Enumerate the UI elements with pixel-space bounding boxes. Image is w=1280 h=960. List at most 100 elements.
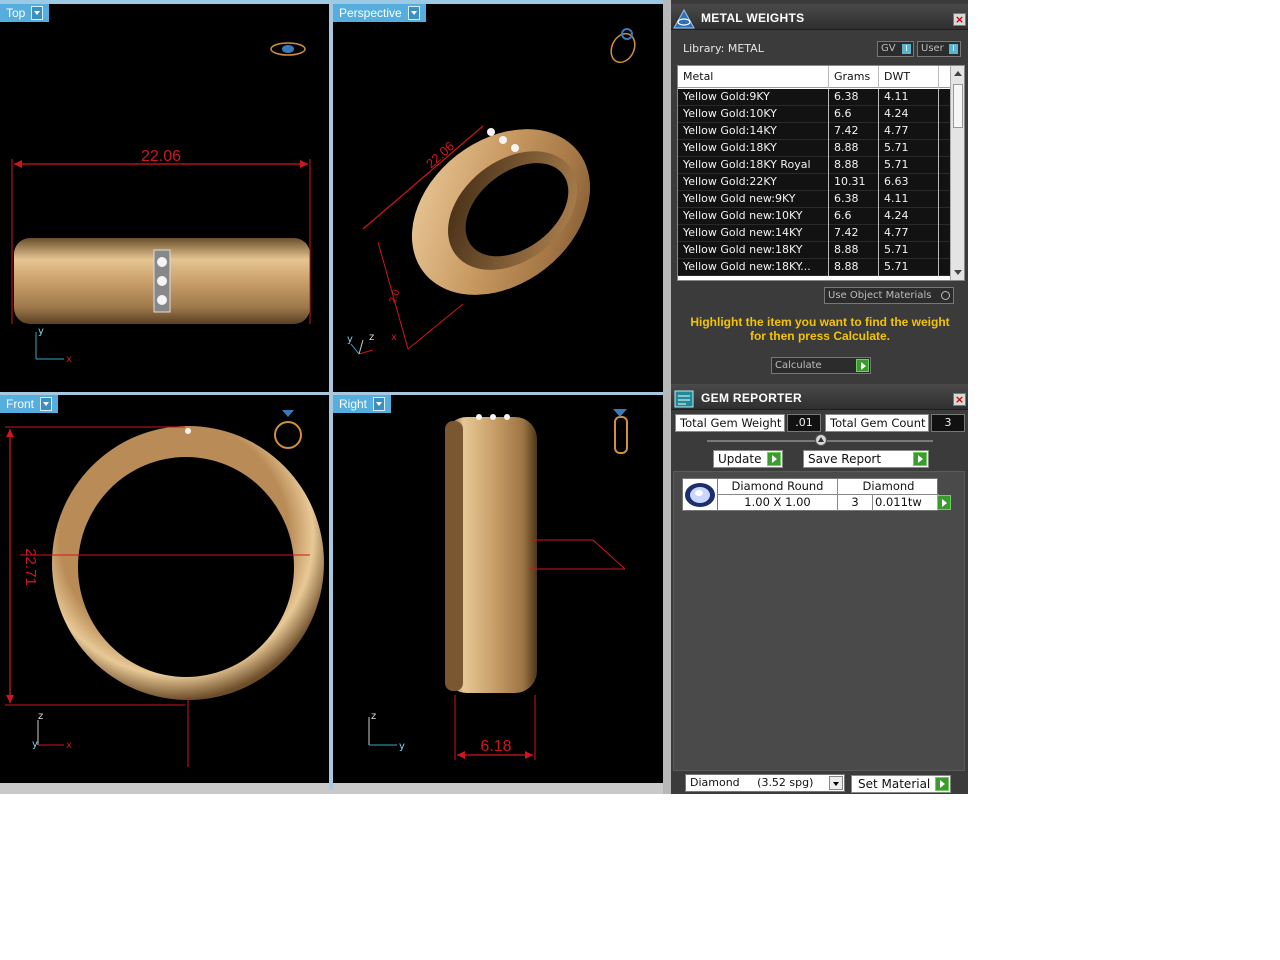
row-filler xyxy=(939,89,950,106)
scroll-down-icon[interactable] xyxy=(954,270,962,275)
front-view-ring-drawing: 22.71 z y x xyxy=(5,410,324,767)
perspective-view-ring-drawing: 22.06 2.0 y z x xyxy=(347,28,636,355)
scroll-up-icon[interactable] xyxy=(954,71,962,76)
svg-text:y: y xyxy=(347,334,353,345)
table-row[interactable]: Yellow Gold new:18KY... 8.88 5.71 xyxy=(678,259,950,276)
play-arrow-icon xyxy=(935,777,949,791)
play-arrow-icon[interactable] xyxy=(937,495,951,510)
gem-material-select[interactable]: Diamond (3.52 spg) xyxy=(685,774,845,792)
viewport-label-front[interactable]: Front xyxy=(0,395,59,413)
svg-text:y: y xyxy=(32,739,38,750)
table-row[interactable]: Yellow Gold new:18KY 8.88 5.71 xyxy=(678,242,950,259)
metal-weights-title: METAL WEIGHTS xyxy=(701,11,805,25)
table-row[interactable]: Yellow Gold:18KY 8.88 5.71 xyxy=(678,140,950,157)
row-filler xyxy=(939,208,950,225)
svg-text:z: z xyxy=(371,711,376,722)
viewport-label-right[interactable]: Right xyxy=(333,395,392,413)
column-header-grams[interactable]: Grams xyxy=(829,66,879,88)
set-material-button[interactable]: Set Material xyxy=(851,775,951,793)
svg-text:x: x xyxy=(391,332,397,343)
dwt-cell: 4.11 xyxy=(879,191,939,208)
use-object-materials-toggle[interactable]: Use Object Materials xyxy=(824,287,954,304)
gem-list: Diamond Round Diamond 1.00 X 1.00 3 0.01… xyxy=(673,471,965,771)
dwt-cell: 4.24 xyxy=(879,106,939,123)
dwt-cell: 4.24 xyxy=(879,208,939,225)
column-header-metal[interactable]: Metal xyxy=(678,66,829,88)
user-toggle[interactable]: User I xyxy=(917,41,961,57)
dimension-label-small: 2.0 xyxy=(387,288,402,305)
metal-rows: Yellow Gold:9KY 6.38 4.11 Yellow Gold:10KY 6… xyxy=(678,89,950,276)
library-label: Library: METAL xyxy=(683,42,764,55)
viewport-label-perspective[interactable]: Perspective xyxy=(333,4,426,22)
chevron-down-icon[interactable] xyxy=(407,6,420,20)
table-header: Metal Grams DWT xyxy=(678,66,950,88)
scroll-thumb[interactable] xyxy=(953,84,963,128)
table-row[interactable]: Yellow Gold:9KY 6.38 4.11 xyxy=(678,89,950,106)
total-gem-count-label: Total Gem Count xyxy=(825,414,929,432)
panel-splitter[interactable] xyxy=(663,0,671,794)
metal-name-cell: Yellow Gold:9KY xyxy=(678,89,829,106)
row-filler xyxy=(939,174,950,191)
scale-icon xyxy=(673,9,695,29)
gv-toggle[interactable]: GV I xyxy=(877,41,914,57)
dwt-cell: 6.63 xyxy=(879,174,939,191)
grams-cell: 8.88 xyxy=(829,157,879,174)
metal-weights-header: METAL WEIGHTS × xyxy=(671,4,968,30)
app-window: 22.06 y x Top 22.06 2.0 y z x Perspectiv… xyxy=(0,0,968,794)
table-row[interactable]: Yellow Gold new:10KY 6.6 4.24 xyxy=(678,208,950,225)
save-report-button[interactable]: Save Report xyxy=(803,450,929,468)
calculate-button[interactable]: Calculate xyxy=(771,357,871,374)
viewport-front[interactable]: 22.71 z y x Front xyxy=(0,395,329,783)
gem-weight: 0.011tw xyxy=(875,495,922,509)
table-row[interactable]: Yellow Gold:10KY 6.6 4.24 xyxy=(678,106,950,123)
table-row[interactable]: Yellow Gold:18KY Royal 8.88 5.71 xyxy=(678,157,950,174)
gem-material: Diamond xyxy=(838,479,939,495)
close-icon[interactable]: × xyxy=(953,13,966,26)
dwt-cell: 4.11 xyxy=(879,89,939,106)
row-filler xyxy=(939,191,950,208)
row-filler xyxy=(939,242,950,259)
viewport-splitter-horizontal[interactable] xyxy=(0,392,663,395)
chevron-down-icon[interactable] xyxy=(373,397,386,411)
column-header-dwt[interactable]: DWT xyxy=(879,66,939,88)
gem-size: 1.00 X 1.00 xyxy=(718,495,838,511)
ring-thumbnail-icon xyxy=(274,410,302,449)
table-row[interactable]: Yellow Gold new:9KY 6.38 4.11 xyxy=(678,191,950,208)
right-view-ring-drawing: 6.18 z y xyxy=(368,409,628,760)
update-button[interactable]: Update xyxy=(713,450,783,468)
gem-reporter-title: GEM REPORTER xyxy=(701,391,802,405)
viewport-splitter-vertical[interactable] xyxy=(329,0,333,790)
ring-thumbnail-icon xyxy=(610,28,636,64)
gem-row[interactable]: Diamond Round Diamond 1.00 X 1.00 3 0.01… xyxy=(682,478,951,511)
table-scrollbar[interactable] xyxy=(950,66,964,280)
gem-stone xyxy=(157,257,167,267)
radio-icon xyxy=(941,291,950,300)
play-arrow-icon xyxy=(913,452,927,466)
chevron-down-icon[interactable] xyxy=(40,397,53,411)
viewport-perspective[interactable]: 22.06 2.0 y z x Perspective xyxy=(333,4,663,392)
metal-name-cell: Yellow Gold new:18KY... xyxy=(678,259,829,276)
report-icon xyxy=(674,390,694,408)
grams-cell: 7.42 xyxy=(829,225,879,242)
total-gem-count-value: 3 xyxy=(931,414,965,432)
close-icon[interactable]: × xyxy=(953,393,966,406)
metal-name-cell: Yellow Gold new:14KY xyxy=(678,225,829,242)
viewport-right[interactable]: 6.18 z y Right xyxy=(333,395,663,783)
table-row[interactable]: Yellow Gold:22KY 10.31 6.63 xyxy=(678,174,950,191)
chevron-down-icon[interactable] xyxy=(31,6,44,20)
viewport-top[interactable]: 22.06 y x Top xyxy=(0,4,329,392)
dimension-label: 22.71 xyxy=(22,548,39,586)
table-row[interactable]: Yellow Gold new:14KY 7.42 4.77 xyxy=(678,225,950,242)
ring-thumbnail-icon xyxy=(613,409,628,454)
grams-cell: 6.6 xyxy=(829,208,879,225)
metal-weights-table[interactable]: Metal Grams DWT Yellow Gold:9KY 6.38 4.11 Y… xyxy=(677,65,965,281)
svg-text:z: z xyxy=(369,332,374,343)
ring-thumbnail-icon xyxy=(270,42,306,56)
table-row[interactable]: Yellow Gold:14KY 7.42 4.77 xyxy=(678,123,950,140)
play-arrow-icon xyxy=(767,452,781,466)
chevron-down-icon[interactable] xyxy=(829,776,843,790)
viewport-label-top[interactable]: Top xyxy=(0,4,50,22)
grams-cell: 8.88 xyxy=(829,259,879,276)
row-filler xyxy=(939,140,950,157)
collapse-handle[interactable] xyxy=(815,434,827,446)
